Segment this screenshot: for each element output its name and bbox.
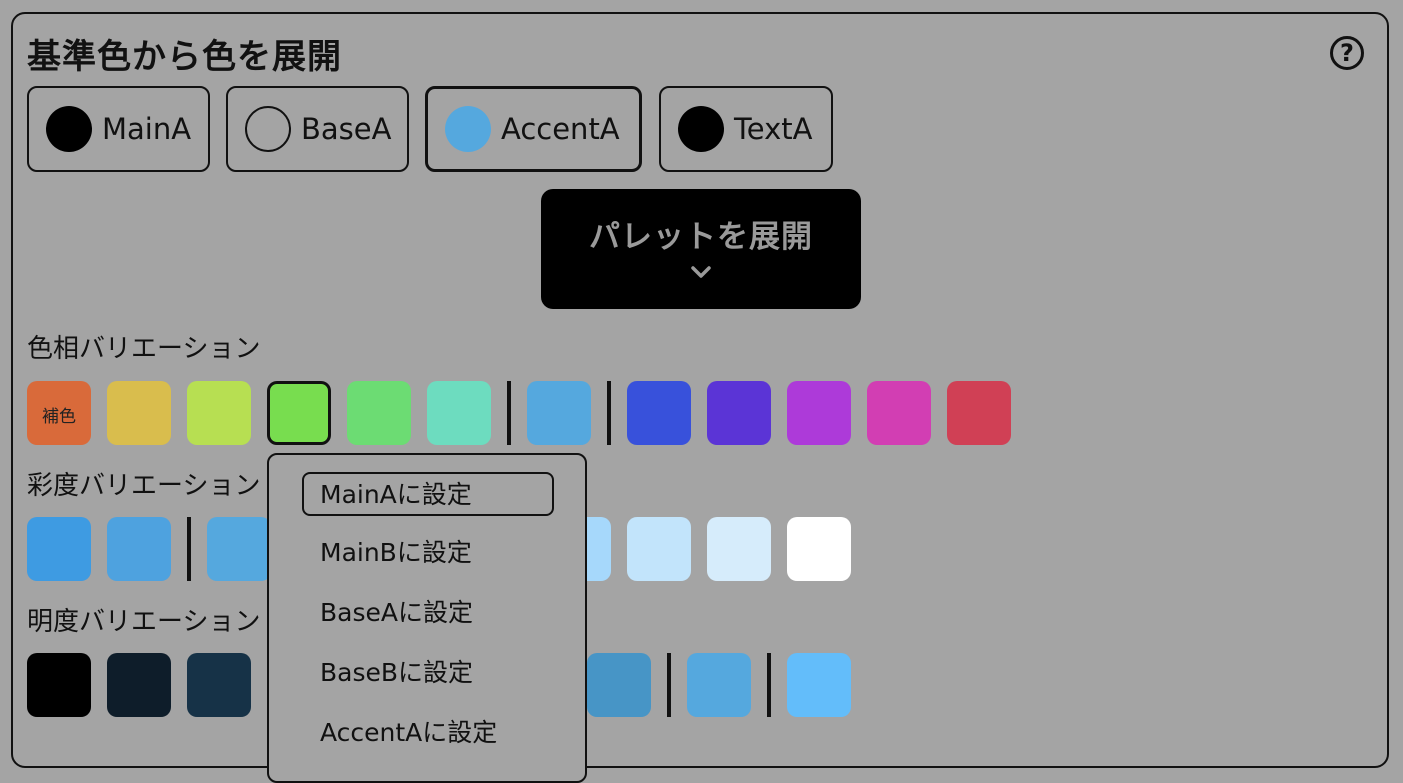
page-title: 基準色から色を展開 [27, 37, 342, 77]
lightness-swatch[interactable] [587, 653, 651, 717]
base-color-baseA-button[interactable]: BaseA [226, 86, 409, 172]
base-color-label: BaseA [301, 112, 392, 146]
expand-palette-label: パレットを展開 [589, 219, 813, 255]
lightness-swatch[interactable] [687, 653, 751, 717]
base-color-label: MainA [102, 112, 192, 146]
hue-swatch[interactable] [947, 381, 1011, 445]
hue-swatch[interactable]: 補色 [27, 381, 91, 445]
set-color-context-menu: MainAに設定 MainBに設定 BaseAに設定 BaseBに設定 Acce… [267, 453, 587, 783]
saturation-swatch[interactable] [707, 517, 771, 581]
hue-swatch[interactable] [427, 381, 491, 445]
saturation-swatch[interactable] [27, 517, 91, 581]
saturation-swatch[interactable] [207, 517, 271, 581]
hue-swatch[interactable] [627, 381, 691, 445]
color-dot [46, 106, 92, 152]
base-color-textA-button[interactable]: TextA [659, 86, 833, 172]
menu-item-set-mainA[interactable]: MainAに設定 [302, 472, 554, 516]
menu-item-set-accentA[interactable]: AccentAに設定 [302, 712, 554, 756]
lightness-swatch[interactable] [787, 653, 851, 717]
help-button[interactable]: ? [1330, 36, 1364, 70]
current-color-divider [187, 517, 191, 581]
hue-swatch[interactable] [347, 381, 411, 445]
saturation-swatch[interactable] [107, 517, 171, 581]
hue-swatch[interactable] [707, 381, 771, 445]
current-color-divider [507, 381, 511, 445]
hue-swatch[interactable] [527, 381, 591, 445]
current-color-divider [767, 653, 771, 717]
current-color-divider [607, 381, 611, 445]
menu-item-set-baseA[interactable]: BaseAに設定 [302, 592, 554, 636]
base-color-accentA-button[interactable]: AccentA [425, 86, 642, 172]
base-color-label: TextA [734, 112, 813, 146]
lightness-variation-label: 明度バリエーション [27, 607, 261, 637]
hue-swatch[interactable] [787, 381, 851, 445]
hue-swatch[interactable] [267, 381, 331, 445]
saturation-swatch[interactable] [787, 517, 851, 581]
color-dot [678, 106, 724, 152]
menu-item-set-baseB[interactable]: BaseBに設定 [302, 652, 554, 696]
hue-swatch[interactable] [187, 381, 251, 445]
current-color-divider [667, 653, 671, 717]
hue-swatch[interactable] [107, 381, 171, 445]
lightness-swatch[interactable] [27, 653, 91, 717]
lightness-swatch[interactable] [187, 653, 251, 717]
menu-item-set-mainB[interactable]: MainBに設定 [302, 532, 554, 576]
color-dot [245, 106, 291, 152]
complement-label: 補色 [42, 407, 76, 427]
saturation-variation-label: 彩度バリエーション [27, 471, 261, 501]
lightness-swatch[interactable] [107, 653, 171, 717]
hue-variation-label: 色相バリエーション [27, 334, 261, 364]
base-color-label: AccentA [501, 112, 620, 146]
expand-palette-button[interactable]: パレットを展開 [541, 189, 861, 309]
question-circle-icon: ? [1340, 39, 1354, 67]
chevron-down-icon [691, 266, 711, 278]
color-dot [445, 106, 491, 152]
base-color-mainA-button[interactable]: MainA [27, 86, 210, 172]
saturation-swatch[interactable] [627, 517, 691, 581]
hue-swatch[interactable] [867, 381, 931, 445]
